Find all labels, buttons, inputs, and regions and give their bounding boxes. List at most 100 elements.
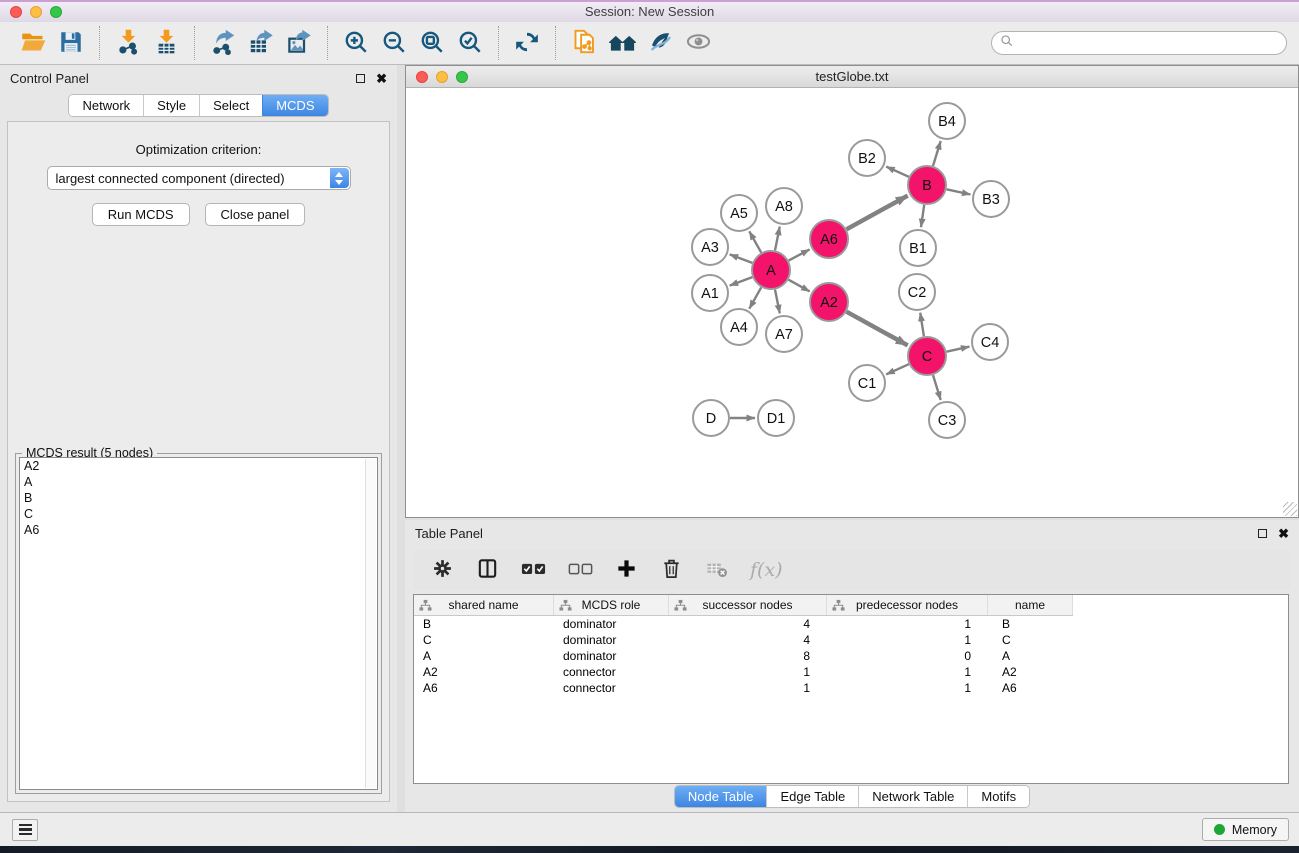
close-table-panel-icon[interactable]: ✖: [1278, 529, 1289, 538]
table-cell[interactable]: 1: [827, 633, 988, 647]
float-panel-icon[interactable]: [356, 74, 365, 83]
criterion-dropdown[interactable]: largest connected component (directed): [47, 166, 351, 190]
graph-node-A8[interactable]: A8: [766, 188, 802, 224]
zoom-fit-button[interactable]: [413, 24, 451, 62]
table-tab-network-table[interactable]: Network Table: [858, 786, 967, 807]
table-cell[interactable]: 4: [669, 617, 827, 631]
table-cell[interactable]: A: [988, 649, 1073, 663]
graph-edge-C-C2[interactable]: [920, 313, 924, 337]
table-cell[interactable]: 0: [827, 649, 988, 663]
result-item[interactable]: A6: [20, 522, 377, 538]
search-input[interactable]: [1019, 33, 1286, 53]
table-cell[interactable]: dominator: [554, 633, 669, 647]
refresh-button[interactable]: [508, 24, 546, 62]
table-cell[interactable]: dominator: [554, 617, 669, 631]
tab-select[interactable]: Select: [199, 95, 262, 116]
network-canvas[interactable]: B4B2BB3A8A5A6A3B1AA1C2A2A4A7C4CC1DD1C3: [406, 88, 1298, 517]
table-cell[interactable]: A: [414, 649, 554, 663]
unselect-all-columns-button[interactable]: [568, 561, 593, 579]
table-row[interactable]: Cdominator41C: [414, 632, 1288, 648]
graph-node-A[interactable]: A: [752, 251, 790, 289]
toggle-visibility-button[interactable]: [679, 24, 717, 62]
result-item[interactable]: C: [20, 506, 377, 522]
export-image-button[interactable]: [280, 24, 318, 62]
column-header-MCDS-role[interactable]: MCDS role: [554, 595, 669, 615]
table-cell[interactable]: 8: [669, 649, 827, 663]
graph-edge-C-C1[interactable]: [886, 364, 909, 374]
graph-edge-B-B2[interactable]: [886, 167, 909, 177]
graph-node-A7[interactable]: A7: [766, 316, 802, 352]
graph-node-B4[interactable]: B4: [929, 103, 965, 139]
graph-edge-A2-C[interactable]: [847, 312, 908, 346]
graph-edge-A-A8[interactable]: [775, 227, 780, 251]
graph-edge-C-C3[interactable]: [933, 375, 941, 400]
graph-node-B2[interactable]: B2: [849, 140, 885, 176]
table-settings-button[interactable]: [431, 557, 454, 583]
graph-node-B[interactable]: B: [908, 166, 946, 204]
import-network-button[interactable]: [109, 24, 147, 62]
result-item[interactable]: B: [20, 490, 377, 506]
graph-edge-A-A7[interactable]: [775, 290, 780, 314]
table-cell[interactable]: 1: [827, 665, 988, 679]
add-column-button[interactable]: [615, 557, 638, 583]
save-session-button[interactable]: [52, 24, 90, 62]
graph-edge-B-B4[interactable]: [933, 141, 941, 166]
result-list-scrollbar[interactable]: [365, 459, 376, 788]
graph-edge-A-A5[interactable]: [749, 231, 761, 252]
export-network-button[interactable]: [204, 24, 242, 62]
graph-node-C1[interactable]: C1: [849, 365, 885, 401]
zoom-window-button[interactable]: [50, 6, 62, 18]
tab-style[interactable]: Style: [143, 95, 199, 116]
graph-node-C3[interactable]: C3: [929, 402, 965, 438]
graph-node-B3[interactable]: B3: [973, 181, 1009, 217]
table-row[interactable]: Bdominator41B: [414, 616, 1288, 632]
clone-network-button[interactable]: [565, 24, 603, 62]
table-cell[interactable]: C: [414, 633, 554, 647]
graph-edge-B-B3[interactable]: [947, 189, 971, 194]
delete-column-button[interactable]: [660, 557, 683, 583]
zoom-selected-button[interactable]: [451, 24, 489, 62]
graph-node-A2[interactable]: A2: [810, 283, 848, 321]
table-cell[interactable]: dominator: [554, 649, 669, 663]
table-tab-edge-table[interactable]: Edge Table: [766, 786, 858, 807]
run-mcds-button[interactable]: Run MCDS: [92, 203, 190, 226]
graph-node-D[interactable]: D: [693, 400, 729, 436]
graph-node-D1[interactable]: D1: [758, 400, 794, 436]
column-header-successor-nodes[interactable]: successor nodes: [669, 595, 827, 615]
graph-edge-A-A1[interactable]: [730, 277, 753, 286]
graph-edge-A-A6[interactable]: [789, 249, 810, 260]
table-cell[interactable]: 1: [827, 681, 988, 695]
graph-node-C4[interactable]: C4: [972, 324, 1008, 360]
export-table-button[interactable]: [242, 24, 280, 62]
column-header-shared-name[interactable]: shared name: [414, 595, 554, 615]
close-panel-icon[interactable]: ✖: [376, 74, 387, 83]
graph-edge-B-B1[interactable]: [921, 205, 924, 227]
table-cell[interactable]: connector: [554, 665, 669, 679]
tab-mcds[interactable]: MCDS: [262, 95, 327, 116]
graph-edge-A6-B[interactable]: [847, 196, 908, 230]
search-field[interactable]: [991, 31, 1287, 55]
graph-node-A1[interactable]: A1: [692, 275, 728, 311]
close-window-button[interactable]: [10, 6, 22, 18]
graph-node-A4[interactable]: A4: [721, 309, 757, 345]
table-cell[interactable]: 1: [827, 617, 988, 631]
import-table-button[interactable]: [147, 24, 185, 62]
table-cell[interactable]: 4: [669, 633, 827, 647]
memory-button[interactable]: Memory: [1202, 818, 1289, 841]
graph-edge-A-A3[interactable]: [730, 254, 753, 263]
table-cell[interactable]: A6: [988, 681, 1073, 695]
graph-edge-C-C4[interactable]: [947, 347, 970, 352]
zoom-in-button[interactable]: [337, 24, 375, 62]
zoom-out-button[interactable]: [375, 24, 413, 62]
mcds-result-list[interactable]: A2ABCA6: [19, 457, 378, 790]
result-item[interactable]: A2: [20, 458, 377, 474]
tab-network[interactable]: Network: [69, 95, 143, 116]
table-cell[interactable]: B: [988, 617, 1073, 631]
column-header-predecessor-nodes[interactable]: predecessor nodes: [827, 595, 988, 615]
table-cell[interactable]: C: [988, 633, 1073, 647]
network-zoom-button[interactable]: [456, 71, 468, 83]
network-close-button[interactable]: [416, 71, 428, 83]
table-row[interactable]: A6connector11A6: [414, 680, 1288, 696]
table-cell[interactable]: A2: [414, 665, 554, 679]
task-history-button[interactable]: [12, 819, 38, 841]
